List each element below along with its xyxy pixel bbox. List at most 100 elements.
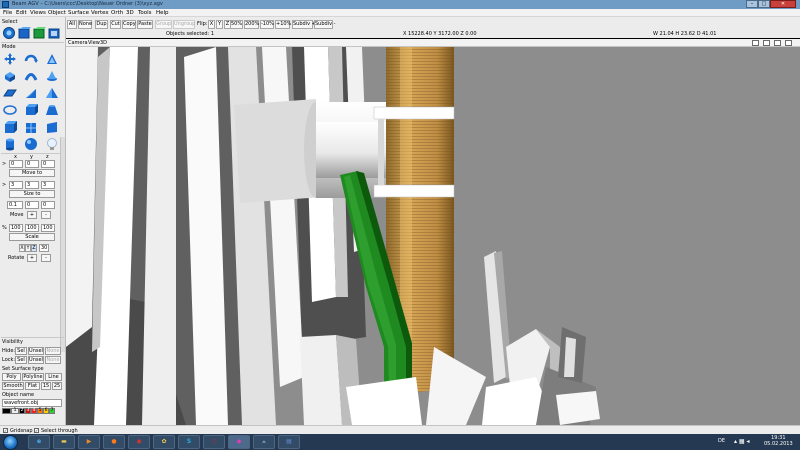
menu-3d[interactable]: 3D	[126, 10, 134, 16]
panel-tool-icon[interactable]	[45, 120, 59, 134]
frustum-tool-icon[interactable]	[45, 103, 59, 117]
menu-object[interactable]: Object	[48, 10, 66, 16]
menu-vertex[interactable]: Vertex	[91, 10, 109, 16]
viewport-3d-menu[interactable]: 3D	[100, 40, 107, 46]
flip-y-button[interactable]: Y	[216, 20, 223, 29]
scale-z-input[interactable]: 100	[41, 224, 55, 232]
lock-none-button[interactable]: None	[45, 356, 61, 364]
tray-icons[interactable]: ▴ ▦ ◂	[734, 438, 750, 445]
close-button[interactable]: ✕	[770, 0, 796, 8]
surface-poly-button[interactable]: Poly	[2, 373, 21, 381]
select-all-tool-icon[interactable]	[2, 26, 16, 40]
smooth-button[interactable]: Smooth	[2, 382, 24, 390]
sphere-tool-icon[interactable]	[24, 137, 38, 151]
object-name-input[interactable]: wavefront.obj	[2, 399, 62, 407]
move-step-z-input[interactable]: 0	[41, 201, 55, 209]
light-tool-icon[interactable]	[45, 137, 59, 151]
scale-y-input[interactable]: 100	[25, 224, 39, 232]
zoom-plus10-button[interactable]: +10%	[275, 20, 291, 29]
menu-help[interactable]: Help	[156, 10, 169, 16]
move-step-y-input[interactable]: 0	[25, 201, 39, 209]
move-x-input[interactable]: 0	[9, 160, 23, 168]
menu-tools[interactable]: Tools	[138, 10, 152, 16]
scale-x-input[interactable]: 100	[9, 224, 23, 232]
cut-button[interactable]: Cut	[110, 20, 121, 29]
plane-tool-icon[interactable]	[3, 86, 17, 100]
start-button[interactable]	[3, 435, 18, 450]
move-z-input[interactable]: 0	[41, 160, 55, 168]
shape-app-icon[interactable]: ⟑	[253, 435, 275, 449]
rotate-axis-z-button[interactable]: Z	[31, 244, 37, 252]
pyramid-tool-icon[interactable]	[45, 86, 59, 100]
smooth-15-button[interactable]: 15	[41, 382, 51, 390]
paste-button[interactable]: Paste	[137, 20, 153, 29]
size-x-input[interactable]: 3	[9, 181, 23, 189]
cube-tool-icon[interactable]	[3, 120, 17, 134]
scale-tool-icon[interactable]	[45, 52, 59, 66]
flat-button[interactable]: Flat	[25, 382, 40, 390]
skype-icon[interactable]: S	[178, 435, 200, 449]
viewport-split-icon[interactable]	[752, 40, 759, 46]
cylinder-tool-icon[interactable]	[3, 137, 17, 151]
firefox-icon[interactable]: ●	[103, 435, 125, 449]
rotate-plus-button[interactable]: +	[27, 254, 37, 262]
hide-none-button[interactable]: None	[45, 347, 61, 355]
image-viewer-icon[interactable]: ◆	[228, 435, 250, 449]
zoom-200-button[interactable]: 200%	[244, 20, 259, 29]
subdiv-minus-button[interactable]: Subdiv -	[314, 20, 335, 29]
opera-icon[interactable]: ○	[203, 435, 225, 449]
color-swatch-0[interactable]	[2, 408, 11, 414]
lock-unselected-button[interactable]: Unsel	[28, 356, 44, 364]
move-plus-button[interactable]: +	[27, 211, 37, 219]
move-step-x-input[interactable]: 0.1	[7, 201, 23, 209]
smooth-25-button[interactable]: 25	[52, 382, 62, 390]
select-cube-tool-icon[interactable]	[17, 26, 31, 40]
copy-button[interactable]: Copy	[122, 20, 136, 29]
hide-unselected-button[interactable]: Unsel	[28, 347, 44, 355]
color-swatch-7[interactable]: 7	[49, 408, 55, 414]
circle-tool-icon[interactable]	[3, 103, 17, 117]
select-object-tool-icon[interactable]	[47, 26, 61, 40]
box-tool-icon[interactable]	[24, 103, 38, 117]
flip-x-button[interactable]: X	[208, 20, 215, 29]
chrome-icon[interactable]: ◉	[128, 435, 150, 449]
explorer-icon[interactable]: e	[28, 435, 50, 449]
panel-scrollbar[interactable]	[60, 137, 65, 352]
menu-orth[interactable]: Orth	[111, 10, 123, 16]
duplicate-button[interactable]: Dup	[95, 20, 108, 29]
bend-tool-icon[interactable]	[24, 69, 38, 83]
select-none-button[interactable]: None	[78, 20, 92, 29]
viewport-quad-icon[interactable]	[763, 40, 770, 46]
viewport-view-menu[interactable]: View	[88, 40, 100, 46]
rotate-minus-button[interactable]: -	[41, 254, 51, 262]
size-z-input[interactable]: 3	[41, 181, 55, 189]
rotate-angle-input[interactable]: 30	[39, 244, 49, 252]
subdiv-plus-button[interactable]: Subdiv +	[292, 20, 316, 29]
size-y-input[interactable]: 3	[25, 181, 39, 189]
viewport-camera-menu[interactable]: Camera	[68, 40, 88, 46]
lock-selected-button[interactable]: Sel	[15, 356, 27, 364]
ungroup-button[interactable]: Ungroup	[173, 20, 195, 29]
select-all-button[interactable]: All	[67, 20, 77, 29]
color-swatch-1[interactable]: 1	[11, 408, 19, 414]
surface-polyline-button[interactable]: Polyline	[22, 373, 44, 381]
language-indicator[interactable]: DE	[718, 438, 725, 444]
clock[interactable]: 19:31 05.02.2013	[764, 435, 793, 447]
zoom-minus10-button[interactable]: -10%	[260, 20, 274, 29]
move-minus-button[interactable]: -	[41, 211, 51, 219]
plugins-icon[interactable]: ✿	[153, 435, 175, 449]
maximize-button[interactable]: □	[758, 0, 770, 8]
select-box-tool-icon[interactable]	[32, 26, 46, 40]
extrude-tool-icon[interactable]	[3, 69, 17, 83]
surface-line-button[interactable]: Line	[45, 373, 62, 381]
hide-selected-button[interactable]: Sel	[15, 347, 27, 355]
scale-button[interactable]: Scale	[9, 233, 55, 241]
rotate-tool-icon[interactable]	[24, 52, 38, 66]
menu-views[interactable]: Views	[30, 10, 46, 16]
lathe-tool-icon[interactable]	[45, 69, 59, 83]
size-to-button[interactable]: Size to	[9, 190, 55, 198]
viewport-maximize-icon[interactable]	[785, 40, 792, 46]
move-y-input[interactable]: 0	[25, 160, 39, 168]
menu-surface[interactable]: Surface	[68, 10, 89, 16]
move-tool-icon[interactable]	[3, 52, 17, 66]
